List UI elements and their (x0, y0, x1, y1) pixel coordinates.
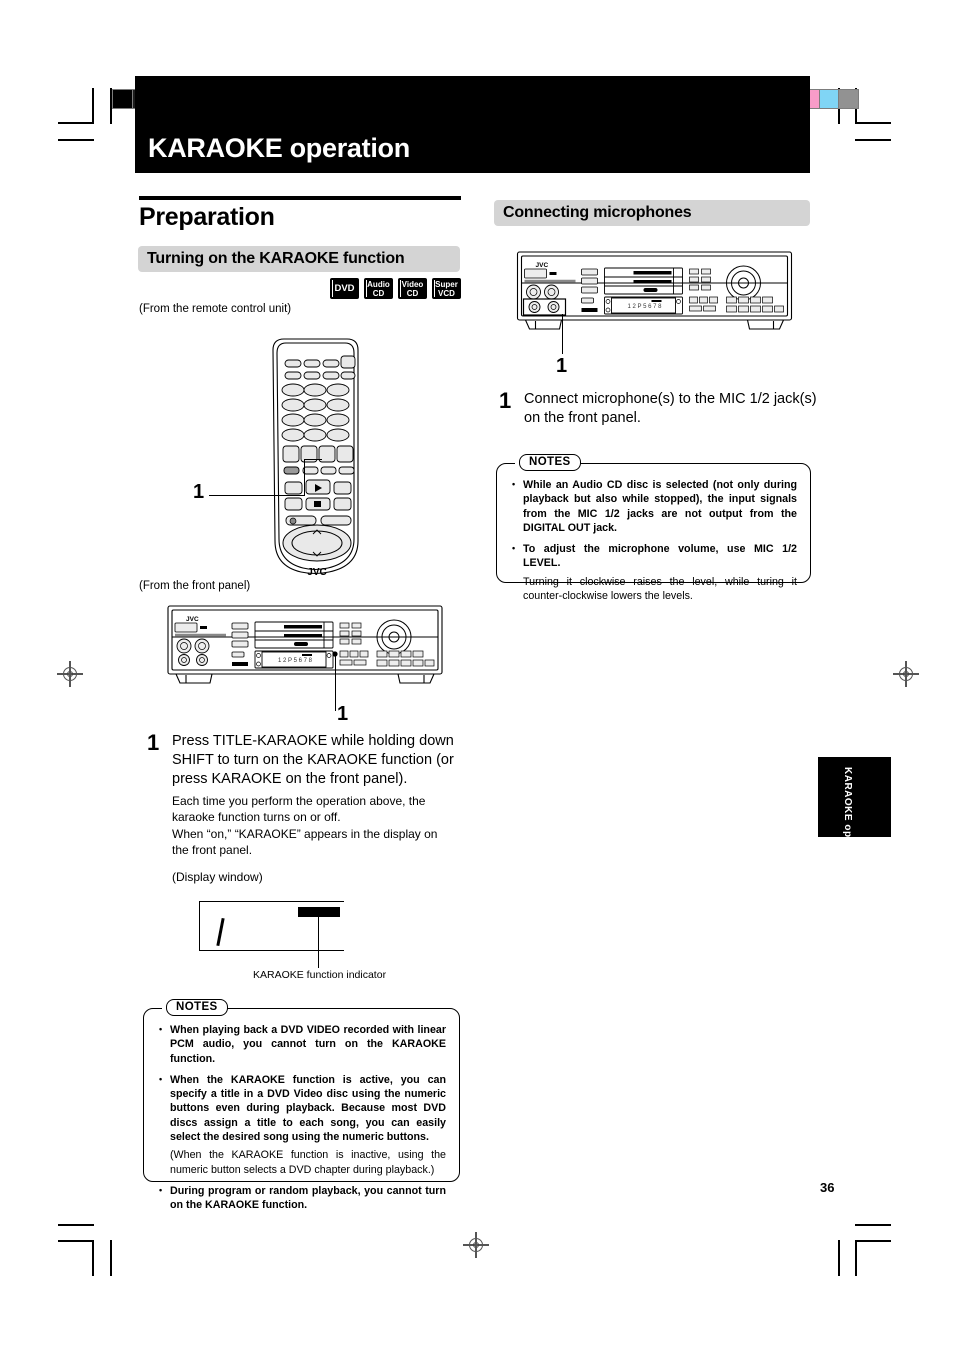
dvd-badge-label: DVD (334, 283, 355, 294)
audio-cd-badge-label-1: Audio (367, 279, 390, 289)
color-swatch-9 (818, 89, 840, 109)
remote-callout-leader-top (304, 459, 322, 461)
color-swatch-10 (838, 89, 859, 109)
audio-cd-badge-label-2: CD (372, 288, 385, 298)
front-panel-brand-label-left: JVC (186, 616, 199, 623)
front-panel-callout-number: 1 (337, 703, 349, 725)
preparation-rule (139, 196, 461, 200)
note-item-plain: Turning it clockwise raises the level, w… (523, 575, 797, 603)
side-tab-label: KARAOKE operation (842, 767, 853, 875)
page-number: 36 (820, 1180, 835, 1195)
video-cd-badge: Video CD (398, 278, 427, 299)
notes-title-right: NOTES (519, 454, 581, 471)
disc-type-badges: DVD Audio CD Video CD Super VCD (330, 278, 461, 299)
step-1-para2-left: When “on,” “KARAOKE” appears in the disp… (172, 827, 438, 857)
notes-box-right: NOTES While an Audio CD disc is selected… (496, 454, 811, 602)
step-1-text-left: Press TITLE-KARAOKE while holding down S… (172, 733, 454, 787)
front-panel-illustration-left: JVC 1 2 P 5 6 7 8 (167, 605, 443, 684)
display-window-caption: (Display window) (172, 870, 263, 884)
step-1-number-right: 1 (499, 388, 512, 413)
side-tab-karaoke-operation: KARAOKE operation (818, 757, 891, 874)
step-1-text-right: Connect microphone(s) to the MIC 1/2 jac… (524, 391, 817, 426)
remote-callout-number: 1 (193, 481, 205, 503)
remote-callout-leader-vertical (304, 459, 306, 496)
mic-callout-leader (562, 314, 564, 354)
note-item: During program or random playback, you c… (157, 1183, 446, 1213)
display-window-illustration (199, 901, 344, 951)
note-item: To adjust the microphone volume, use MIC… (510, 541, 797, 571)
turning-on-karaoke-heading: Turning on the KARAOKE function (147, 250, 405, 267)
step-1-para1-left: Each time you perform the operation abov… (172, 794, 426, 824)
note-item: When playing back a DVD VIDEO recorded w… (157, 1022, 446, 1066)
notes-title-left: NOTES (166, 999, 228, 1016)
super-vcd-badge-label-1: Super (435, 279, 458, 289)
chapter-title: KARAOKE operation (148, 133, 410, 163)
note-item: When the KARAOKE function is active, you… (157, 1072, 446, 1144)
registration-mark-left (57, 661, 83, 687)
super-vcd-badge-label-2: VCD (438, 288, 455, 298)
note-item: While an Audio CD disc is selected (not … (510, 477, 797, 535)
remote-callout-leader-horizontal (209, 495, 305, 497)
remote-brand-label: JVC (307, 567, 326, 578)
caption-from-front-panel: (From the front panel) (139, 580, 251, 592)
connecting-microphones-heading: Connecting microphones (503, 204, 692, 221)
notes-box-left: NOTES When playing back a DVD VIDEO reco… (143, 999, 460, 1211)
notes-list-left: When playing back a DVD VIDEO recorded w… (144, 1009, 459, 1230)
note-item-plain: (When the KARAOKE function is inactive, … (170, 1149, 446, 1176)
remote-control-illustration: JVC (272, 338, 359, 578)
super-vcd-badge: Super VCD (432, 278, 461, 299)
caption-from-remote-control: (From the remote control unit) (139, 303, 292, 315)
front-panel-illustration-right: JVC 1 2 P 5 6 7 8 (516, 251, 793, 330)
display-digit-glyph (216, 917, 225, 947)
page-title: Preparation (139, 203, 275, 231)
karaoke-indicator-caption: KARAOKE function indicator (253, 969, 387, 981)
front-panel-display-left: 1 2 P 5 6 7 8 (278, 658, 313, 664)
step-1-number-left: 1 (147, 730, 160, 755)
registration-mark-right (893, 661, 919, 687)
front-panel-display-right: 1 2 P 5 6 7 8 (628, 304, 663, 310)
video-cd-badge-label-2: CD (406, 288, 419, 298)
mic-callout-number: 1 (556, 355, 568, 377)
registration-mark-bottom (463, 1232, 489, 1258)
notes-list-right: While an Audio CD disc is selected (not … (497, 464, 810, 620)
grayscale-swatch-0 (112, 89, 133, 109)
front-panel-brand-label-right: JVC (536, 262, 549, 269)
video-cd-badge-label-1: Video (401, 279, 424, 289)
dvd-badge: DVD (330, 278, 359, 299)
karaoke-indicator-leader (318, 911, 320, 968)
manual-page: KARAOKE operation Preparation Turning on… (0, 0, 954, 1351)
audio-cd-badge: Audio CD (364, 278, 393, 299)
